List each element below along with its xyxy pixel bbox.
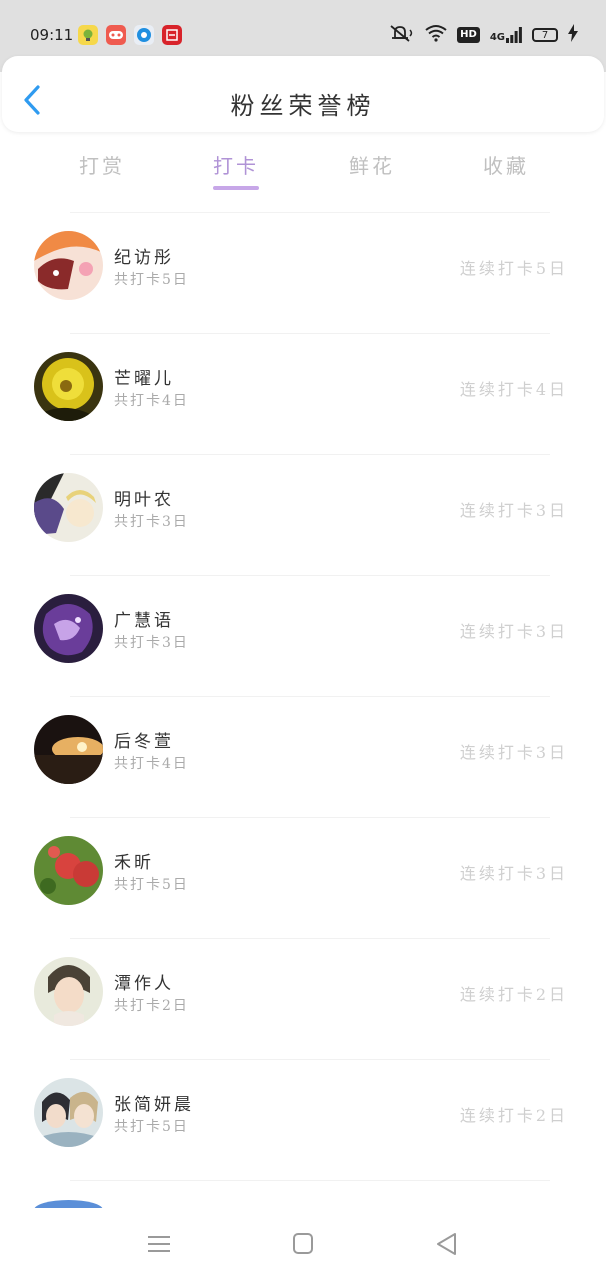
status-time: 09:11 bbox=[30, 26, 74, 44]
mute-icon bbox=[389, 24, 415, 46]
avatar[interactable] bbox=[34, 715, 103, 784]
wifi-icon bbox=[425, 24, 447, 46]
tab-reward[interactable]: 打赏 bbox=[62, 150, 142, 179]
fan-name: 纪访彤 bbox=[114, 248, 174, 268]
home-button[interactable] bbox=[290, 1232, 316, 1256]
fan-streak: 连续打卡3日 bbox=[459, 501, 568, 520]
fan-name: 明叶农 bbox=[114, 490, 174, 510]
status-app-icons bbox=[78, 25, 182, 45]
avatar[interactable] bbox=[34, 1078, 103, 1147]
row-divider bbox=[70, 1180, 550, 1181]
active-tab-indicator bbox=[213, 186, 259, 190]
list-item[interactable]: 广慧语 共打卡3日 连续打卡3日 bbox=[0, 576, 606, 697]
fan-name: 芒曜儿 bbox=[114, 369, 174, 389]
fan-name: 广慧语 bbox=[114, 611, 174, 631]
menu-button[interactable] bbox=[146, 1232, 172, 1256]
back-triangle-icon bbox=[437, 1233, 456, 1255]
list-item[interactable]: 禾昕 共打卡5日 连续打卡3日 bbox=[0, 818, 606, 939]
list-item[interactable]: 张简妍晨 共打卡5日 连续打卡2日 bbox=[0, 1060, 606, 1181]
fan-streak: 连续打卡3日 bbox=[459, 622, 568, 641]
avatar[interactable] bbox=[34, 352, 103, 421]
fan-total-checkins: 共打卡2日 bbox=[114, 998, 189, 1014]
back-nav-button[interactable] bbox=[434, 1232, 460, 1256]
fan-name: 后冬萱 bbox=[114, 732, 174, 752]
fan-name: 潭作人 bbox=[114, 974, 174, 994]
page-title: 粉丝荣誉榜 bbox=[230, 92, 376, 120]
signal-icon: 4G bbox=[490, 27, 522, 43]
network-type: 4G bbox=[489, 32, 505, 43]
fan-streak: 连续打卡3日 bbox=[459, 864, 568, 883]
tab-flowers[interactable]: 鲜花 bbox=[332, 150, 412, 179]
fan-streak: 连续打卡4日 bbox=[459, 380, 568, 399]
fan-streak: 连续打卡2日 bbox=[459, 1106, 568, 1125]
game-app-icon bbox=[106, 25, 126, 45]
fan-total-checkins: 共打卡3日 bbox=[114, 514, 189, 530]
status-indicators: HD 4G 7 bbox=[389, 24, 578, 46]
browser-app-icon bbox=[134, 25, 154, 45]
header-bar: 粉丝荣誉榜 bbox=[2, 56, 604, 132]
fan-streak: 连续打卡5日 bbox=[459, 259, 568, 278]
fan-total-checkins: 共打卡5日 bbox=[114, 272, 189, 288]
lightbulb-app-icon bbox=[78, 25, 98, 45]
fan-streak: 连续打卡2日 bbox=[459, 985, 568, 1004]
avatar[interactable] bbox=[34, 957, 103, 1026]
tab-bar: 打赏 打卡 鲜花 收藏 bbox=[0, 140, 606, 200]
list-item[interactable]: 潭作人 共打卡2日 连续打卡2日 bbox=[0, 939, 606, 1060]
fan-total-checkins: 共打卡4日 bbox=[114, 393, 189, 409]
tab-favorites[interactable]: 收藏 bbox=[466, 150, 546, 179]
fan-streak: 连续打卡3日 bbox=[459, 743, 568, 762]
fan-total-checkins: 共打卡3日 bbox=[114, 635, 189, 651]
menu-icon bbox=[148, 1236, 170, 1252]
list-item[interactable]: 明叶农 共打卡3日 连续打卡3日 bbox=[0, 455, 606, 576]
avatar[interactable] bbox=[34, 473, 103, 542]
avatar[interactable] bbox=[34, 836, 103, 905]
tab-checkin[interactable]: 打卡 bbox=[196, 150, 276, 179]
fan-total-checkins: 共打卡5日 bbox=[114, 1119, 189, 1135]
list-item[interactable]: 纪访彤 共打卡5日 连续打卡5日 bbox=[0, 213, 606, 334]
fan-list: 纪访彤 共打卡5日 连续打卡5日 芒曜儿 共打卡4日 连续打卡4日 明叶农 共打… bbox=[0, 213, 606, 1181]
list-item[interactable]: 后冬萱 共打卡4日 连续打卡3日 bbox=[0, 697, 606, 818]
hd-badge: HD bbox=[457, 27, 480, 43]
news-app-icon bbox=[162, 25, 182, 45]
avatar[interactable] bbox=[34, 594, 103, 663]
battery-icon: 7 bbox=[532, 28, 558, 42]
fan-total-checkins: 共打卡5日 bbox=[114, 877, 189, 893]
charging-icon bbox=[568, 24, 578, 46]
avatar[interactable] bbox=[34, 231, 103, 300]
list-item[interactable]: 芒曜儿 共打卡4日 连续打卡4日 bbox=[0, 334, 606, 455]
system-nav-bar bbox=[0, 1208, 606, 1280]
fan-total-checkins: 共打卡4日 bbox=[114, 756, 189, 772]
fan-name: 张简妍晨 bbox=[114, 1095, 194, 1115]
home-square-icon bbox=[293, 1233, 313, 1254]
fan-name: 禾昕 bbox=[114, 853, 154, 873]
